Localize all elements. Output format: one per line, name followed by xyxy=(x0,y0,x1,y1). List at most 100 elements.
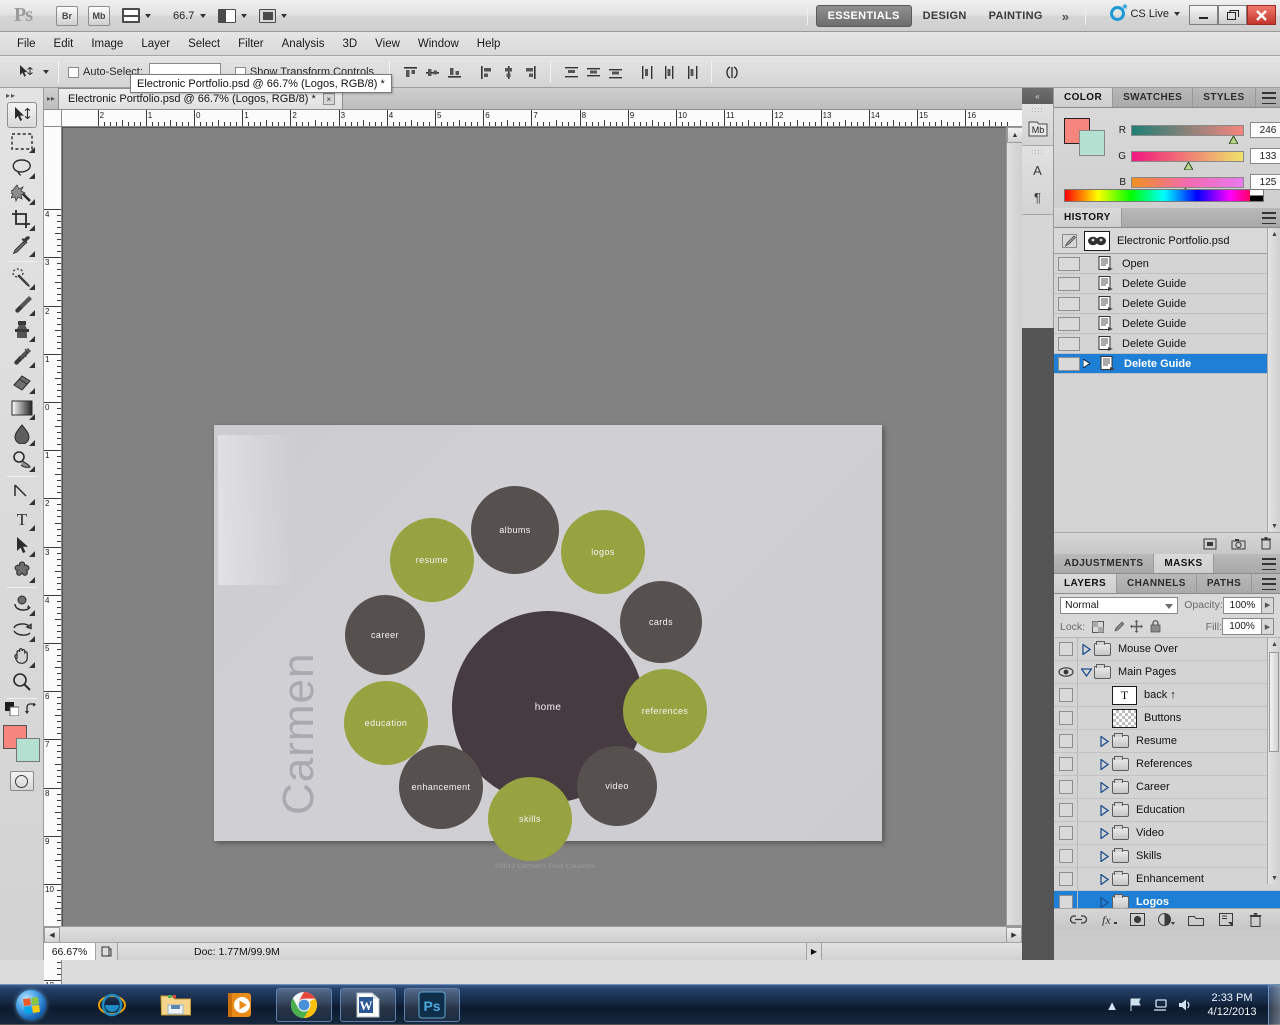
default-colors-icon[interactable] xyxy=(5,702,19,719)
show-hidden-icons-icon[interactable]: ▲ xyxy=(1100,985,1124,1025)
distribute-top-edges-icon[interactable] xyxy=(561,62,581,82)
collapse-panels-icon[interactable]: « xyxy=(1022,88,1053,104)
distribute-left-edges-icon[interactable] xyxy=(637,62,657,82)
tab-styles[interactable]: STYLES xyxy=(1193,88,1255,107)
history-state-row[interactable]: Delete Guide xyxy=(1054,314,1280,334)
blend-mode-select[interactable]: Normal xyxy=(1060,597,1178,614)
tab-channels[interactable]: CHANNELS xyxy=(1117,574,1197,593)
panel-menu-icon[interactable] xyxy=(1262,558,1276,570)
media-player-taskbar-icon[interactable] xyxy=(212,988,268,1022)
group-collapsed-chevron-icon[interactable] xyxy=(1096,782,1112,793)
quick-selection-tool[interactable] xyxy=(7,180,37,206)
nav-bubble-skills[interactable]: skills xyxy=(488,777,572,861)
crop-tool[interactable] xyxy=(7,206,37,232)
layer-row-resume[interactable]: Resume xyxy=(1054,730,1280,753)
distribute-horizontal-centers-icon[interactable] xyxy=(659,62,679,82)
eraser-tool[interactable] xyxy=(7,369,37,395)
layer-visibility-toggle[interactable] xyxy=(1054,776,1078,798)
status-options-icon[interactable]: ▶ xyxy=(806,943,822,960)
group-collapsed-chevron-icon[interactable] xyxy=(1096,897,1112,908)
new-layer-icon[interactable] xyxy=(1217,912,1235,928)
layer-row-main-pages[interactable]: Main Pages xyxy=(1054,661,1280,684)
custom-shape-tool[interactable] xyxy=(7,558,37,584)
close-button[interactable] xyxy=(1247,5,1276,25)
blur-tool[interactable] xyxy=(7,421,37,447)
layer-row-mouse-over[interactable]: Mouse Over xyxy=(1054,638,1280,661)
rectangular-marquee-tool[interactable] xyxy=(7,128,37,154)
layer-visibility-toggle[interactable] xyxy=(1054,707,1078,729)
ruler-origin[interactable] xyxy=(44,110,62,127)
pixel-layer-thumbnail[interactable] xyxy=(1112,709,1137,728)
align-right-edges-icon[interactable] xyxy=(520,62,540,82)
cs-live-button[interactable]: CS Live xyxy=(1110,6,1180,21)
b-value-field[interactable]: 125 xyxy=(1250,174,1280,190)
tab-masks[interactable]: MASKS xyxy=(1154,554,1213,573)
history-state-row[interactable]: Open xyxy=(1054,254,1280,274)
mini-bridge-icon[interactable]: Mb xyxy=(1025,115,1051,141)
menu-help[interactable]: Help xyxy=(468,34,510,54)
brush-tool[interactable] xyxy=(7,291,37,317)
layers-scroll-thumb[interactable] xyxy=(1269,652,1279,752)
zoom-level-chevron-down-icon[interactable] xyxy=(200,14,206,18)
internet-explorer-taskbar-icon[interactable] xyxy=(84,988,140,1022)
menu-select[interactable]: Select xyxy=(179,34,229,54)
scroll-right-icon[interactable]: ▶ xyxy=(1006,927,1022,943)
zoom-percentage-field[interactable]: 66.67% xyxy=(44,943,96,960)
horizontal-ruler[interactable]: 21012345678910111213141516 xyxy=(62,110,1022,127)
3d-object-rotate-tool[interactable] xyxy=(7,591,37,617)
layer-row-back[interactable]: Tback ↑ xyxy=(1054,684,1280,707)
google-chrome-taskbar-icon[interactable] xyxy=(276,988,332,1022)
group-collapsed-chevron-icon[interactable] xyxy=(1096,874,1112,885)
tab-history[interactable]: HISTORY xyxy=(1054,208,1122,227)
distribute-vertical-centers-icon[interactable] xyxy=(583,62,603,82)
layer-visibility-toggle[interactable] xyxy=(1054,891,1078,908)
character-panel-icon[interactable]: A xyxy=(1025,157,1051,183)
history-brush-tool[interactable] xyxy=(7,343,37,369)
menu-edit[interactable]: Edit xyxy=(45,34,83,54)
history-scrollbar[interactable]: ▲ ▼ xyxy=(1267,228,1280,532)
layer-row-video[interactable]: Video xyxy=(1054,822,1280,845)
distribute-right-edges-icon[interactable] xyxy=(681,62,701,82)
nav-bubble-references[interactable]: references xyxy=(623,669,707,753)
dodge-tool[interactable] xyxy=(7,447,37,473)
history-brush-source-checkbox[interactable] xyxy=(1058,257,1080,271)
layer-visibility-toggle[interactable] xyxy=(1054,661,1078,683)
minimize-button[interactable] xyxy=(1189,5,1218,25)
move-tool-icon[interactable] xyxy=(14,61,38,83)
action-center-flag-icon[interactable] xyxy=(1124,985,1148,1025)
g-value-field[interactable]: 133 xyxy=(1250,148,1280,164)
layer-row-skills[interactable]: Skills xyxy=(1054,845,1280,868)
auto-select-checkbox[interactable] xyxy=(68,67,79,78)
horizontal-type-tool[interactable]: T xyxy=(7,506,37,532)
layers-scroll-up-icon[interactable]: ▲ xyxy=(1268,638,1280,650)
menu-image[interactable]: Image xyxy=(82,34,132,54)
windows-explorer-taskbar-icon[interactable] xyxy=(148,988,204,1022)
photoshop-taskbar-icon[interactable]: Ps xyxy=(404,988,460,1022)
volume-icon[interactable] xyxy=(1172,985,1196,1025)
menu-file[interactable]: File xyxy=(8,34,45,54)
document-tab-grip[interactable]: ▸▸ xyxy=(44,87,58,109)
menu-analysis[interactable]: Analysis xyxy=(273,34,334,54)
gradient-tool[interactable] xyxy=(7,395,37,421)
menu-filter[interactable]: Filter xyxy=(229,34,273,54)
history-brush-source-checkbox[interactable] xyxy=(1058,297,1080,311)
layer-mask-icon[interactable] xyxy=(1129,912,1147,928)
lock-image-pixels-icon[interactable] xyxy=(1109,619,1125,635)
history-brush-source-checkbox[interactable] xyxy=(1058,357,1080,371)
history-scroll-down-icon[interactable]: ▼ xyxy=(1268,520,1280,532)
history-scroll-up-icon[interactable]: ▲ xyxy=(1268,228,1280,240)
artboard[interactable]: Carmen homealbumslogoscardsreferencesvid… xyxy=(214,425,882,841)
network-icon[interactable] xyxy=(1148,985,1172,1025)
history-brush-source-checkbox[interactable] xyxy=(1058,277,1080,291)
panel-grip[interactable]: :::: xyxy=(1022,149,1053,156)
nav-bubble-resume[interactable]: resume xyxy=(390,518,474,602)
zoom-level-value[interactable]: 66.7 xyxy=(173,10,194,22)
layer-visibility-toggle[interactable] xyxy=(1054,753,1078,775)
taskbar-clock[interactable]: 2:33 PM 4/12/2013 xyxy=(1196,991,1268,1019)
vertical-ruler[interactable]: 43210123456789101112 xyxy=(44,127,62,1011)
tab-color[interactable]: COLOR xyxy=(1054,88,1113,107)
text-layer-thumbnail[interactable]: T xyxy=(1112,686,1137,705)
canvas-vertical-scrollbar[interactable]: ▲ ▼ xyxy=(1006,127,1022,941)
scroll-up-icon[interactable]: ▲ xyxy=(1007,127,1023,143)
nav-bubble-video[interactable]: video xyxy=(577,746,657,826)
